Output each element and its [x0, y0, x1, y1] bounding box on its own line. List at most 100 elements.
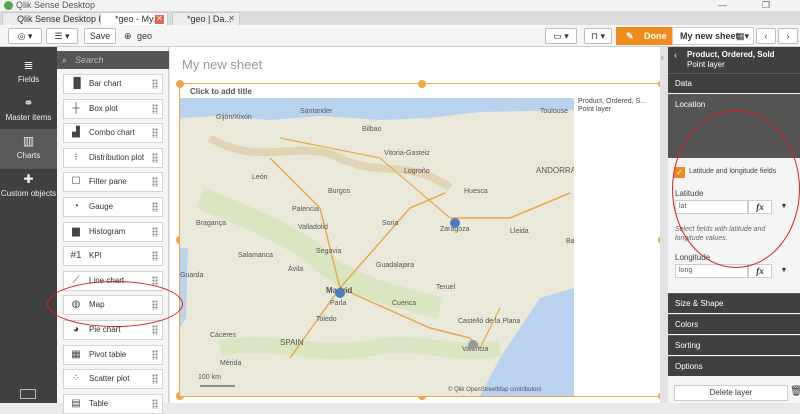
story-button[interactable]: ▭ ▾ — [545, 28, 577, 44]
map-city-label: ANDORRA — [536, 166, 574, 175]
app-name: geo — [137, 31, 153, 41]
layer-type: Point layer — [687, 60, 725, 69]
map-city-label: Valladolid — [298, 224, 328, 231]
drag-grip-icon[interactable] — [152, 349, 158, 360]
rail-item-label: Master items — [5, 113, 52, 122]
drag-grip-icon[interactable] — [152, 177, 158, 188]
chart-item-combo-chart[interactable]: ▟ Combo chart — [63, 123, 163, 144]
section-colors[interactable]: Colors — [668, 314, 800, 334]
tab-geo-data[interactable]: *geo | Da... ✕ — [172, 12, 240, 25]
chart-item-scatter-plot[interactable]: ⁘ Scatter plot — [63, 369, 163, 390]
globe-icon: ⊕ — [124, 31, 132, 41]
tab-geo-sheet[interactable]: *geo - My... ✕ — [100, 12, 168, 25]
drag-grip-icon[interactable] — [152, 103, 158, 114]
global-menu-button[interactable]: ☰ ▾ — [46, 28, 78, 44]
chart-type-icon: ◔ — [72, 201, 80, 212]
annotation-circle-map — [47, 281, 183, 327]
map-view[interactable]: Gijón/Xixón Santander Bilbao Toulouse Vitori… — [180, 98, 574, 396]
close-icon[interactable]: ✕ — [155, 15, 164, 24]
map-point-madrid[interactable] — [335, 288, 345, 298]
drag-grip-icon[interactable] — [152, 251, 158, 262]
chart-item-label: Pivot table — [89, 349, 127, 359]
layer-title: Product, Ordered, Sold — [687, 50, 775, 59]
chart-item-filter-pane[interactable]: ☐ Filter pane — [63, 172, 163, 193]
chart-type-icon: ☐ — [71, 176, 81, 188]
drag-grip-icon[interactable] — [152, 226, 158, 237]
canvas-scrollbar[interactable]: ‹ — [660, 47, 668, 403]
chart-item-histogram[interactable]: ▆ Histogram — [63, 221, 163, 242]
map-city-label: Lleida — [510, 228, 529, 235]
search-input[interactable]: ⌕ Search — [57, 51, 169, 69]
chart-item-table[interactable]: ▤ Table — [63, 393, 163, 414]
chart-item-label: Gauge — [89, 202, 114, 211]
resize-handle[interactable] — [176, 80, 184, 88]
drag-grip-icon[interactable] — [152, 374, 158, 385]
chart-item-kpi[interactable]: #1 KPI — [63, 246, 163, 267]
previous-sheet-button[interactable]: ‹ — [756, 28, 776, 44]
database-icon: ≣ — [23, 58, 34, 72]
chart-item-gauge[interactable]: ◔ Gauge — [63, 197, 163, 217]
toolbar: ◎ ▾ ☰ ▾ Save ⊕ geo ▭ ▾ ⊓ ▾ ✎ Done My new… — [0, 25, 800, 47]
chart-item-label: Table — [89, 398, 109, 408]
drag-grip-icon[interactable] — [152, 152, 158, 163]
puzzle-icon: ✚ — [23, 172, 34, 186]
search-icon: ⌕ — [62, 55, 68, 65]
map-city-label: Gijón/Xixón — [216, 114, 252, 121]
chart-item-bar-chart[interactable]: ▐▌ Bar chart — [63, 74, 163, 94]
chart-type-icon: ▆ — [72, 225, 80, 237]
longitude-expression-button[interactable]: fx — [748, 264, 772, 278]
chart-type-icon: ┼ — [72, 102, 80, 114]
done-button[interactable]: ✎ Done — [616, 27, 672, 45]
map-attribution[interactable]: © Qlik OpenStreetMap contributors — [448, 387, 541, 393]
map-point-valencia[interactable] — [468, 340, 478, 350]
rail-item-charts[interactable]: ▥ Charts — [0, 129, 57, 169]
resize-handle[interactable] — [418, 80, 426, 88]
drag-grip-icon[interactable] — [152, 325, 158, 335]
sheet-title[interactable]: My new sheet — [182, 57, 262, 72]
drag-grip-icon[interactable] — [152, 202, 158, 212]
object-title[interactable]: Click to add title — [190, 87, 252, 96]
sheet-selector[interactable]: My new sheet ▦▾ — [672, 27, 754, 45]
longitude-dropdown-button[interactable]: ▼ — [772, 264, 796, 278]
chevron-left-icon[interactable]: ‹ — [674, 50, 677, 60]
rail-item-fields[interactable]: ≣ Fields — [0, 53, 57, 93]
rail-item-label: Custom objects — [0, 189, 57, 198]
chevron-left-icon: ‹ — [764, 31, 768, 41]
map-city-label: Logroño — [404, 168, 430, 175]
next-sheet-button[interactable]: › — [778, 28, 798, 44]
map-city-label: Cáceres — [210, 332, 237, 339]
navigation-menu-button[interactable]: ◎ ▾ — [8, 28, 42, 44]
section-options[interactable]: Options — [668, 356, 800, 376]
chart-item-label: Bar chart — [89, 79, 122, 88]
minimize-button[interactable]: — — [718, 0, 727, 11]
layer-header: ‹ Product, Ordered, Sold Point layer — [668, 47, 800, 73]
map-object[interactable]: Click to add title Gijón/Xixón Santander B… — [176, 80, 666, 400]
drag-grip-icon[interactable] — [152, 79, 158, 89]
chart-item-box-plot[interactable]: ┼ Box plot — [63, 98, 163, 119]
trash-icon[interactable]: 🗑 — [790, 386, 800, 397]
collapse-panel-icon[interactable] — [20, 389, 36, 399]
section-size-shape[interactable]: Size & Shape — [668, 293, 800, 313]
bookmark-button[interactable]: ⊓ ▾ — [584, 28, 612, 44]
chart-item-pivot-table[interactable]: ▦ Pivot table — [63, 344, 163, 365]
rail-item-custom-objects[interactable]: ✚ Custom objects — [0, 167, 57, 207]
rail-item-label: Fields — [17, 75, 40, 84]
window-title-bar: Qlik Sense Desktop — ❐ — [0, 0, 800, 11]
window-title: Qlik Sense Desktop — [16, 0, 96, 10]
rail-item-master-items[interactable]: ⚭ Master items — [0, 91, 57, 131]
map-point-zaragoza[interactable] — [450, 218, 460, 228]
search-placeholder: Search — [75, 55, 104, 65]
section-sorting[interactable]: Sorting — [668, 335, 800, 355]
close-icon[interactable]: ✕ — [227, 15, 236, 24]
map-city-label: Soria — [382, 220, 399, 227]
tab-hub[interactable]: Qlik Sense Desktop hub — [2, 12, 102, 25]
section-data[interactable]: Data — [668, 73, 800, 93]
maximize-button[interactable]: ❐ — [762, 0, 770, 11]
chart-type-icon: ⁘ — [71, 373, 81, 385]
drag-grip-icon[interactable] — [152, 398, 158, 409]
chart-type-icon: ▦ — [71, 348, 81, 360]
drag-grip-icon[interactable] — [152, 128, 158, 139]
delete-layer-button[interactable]: Delete layer — [674, 385, 788, 401]
chart-item-distribution-plot[interactable]: ⁝ Distribution plot — [63, 147, 163, 168]
save-button[interactable]: Save — [84, 28, 116, 44]
